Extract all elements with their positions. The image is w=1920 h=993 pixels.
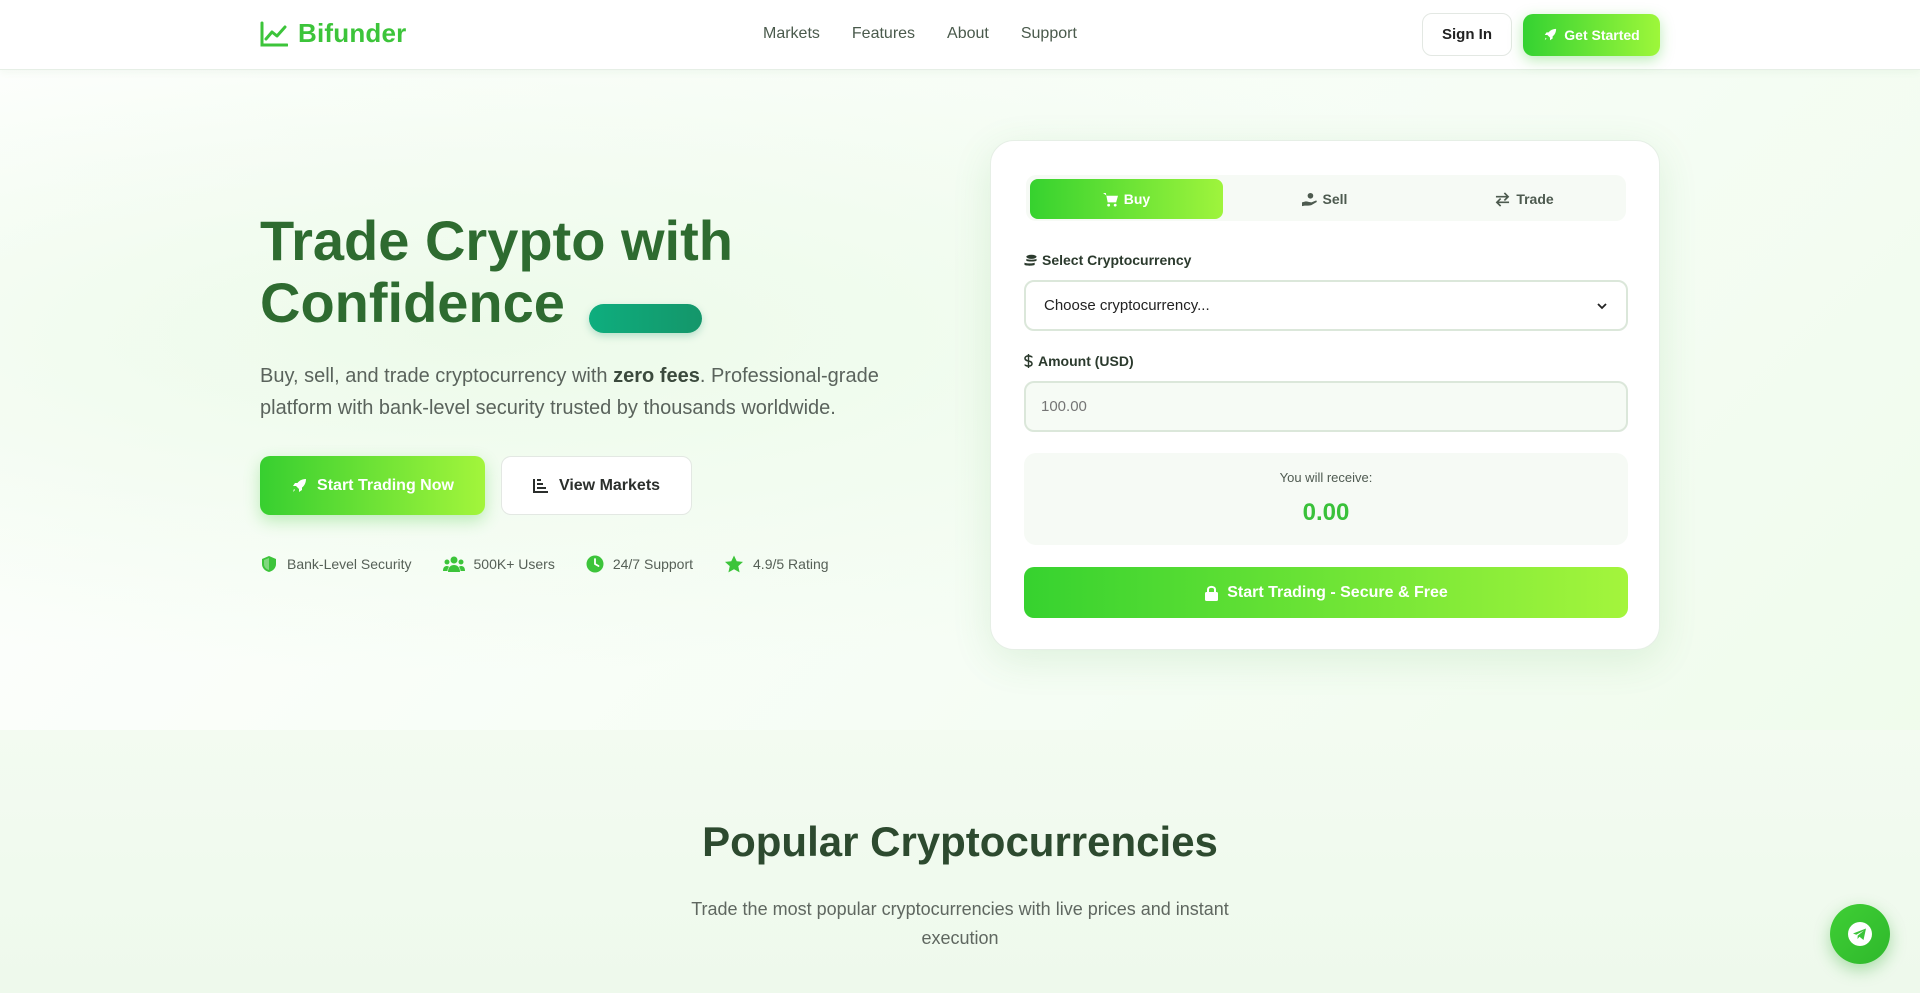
start-trading-now-label: Start Trading Now: [317, 476, 454, 494]
rocket-icon: [293, 478, 307, 492]
amount-input[interactable]: [1024, 381, 1628, 432]
trust-label-users: 500K+ Users: [473, 556, 555, 572]
tab-sell[interactable]: Sell: [1228, 179, 1421, 219]
trust-label-support: 24/7 Support: [612, 556, 694, 572]
dollar-icon: [1024, 354, 1033, 368]
tab-trade-label: Trade: [1516, 191, 1554, 207]
view-markets-label: View Markets: [558, 476, 661, 494]
view-markets-button[interactable]: View Markets: [501, 456, 692, 515]
sign-in-button[interactable]: Sign In: [1422, 13, 1512, 56]
crypto-select-value: Choose cryptocurrency...: [1044, 297, 1210, 314]
trade-tabs: Buy Sell Trade: [1026, 175, 1626, 221]
tab-sell-label: Sell: [1322, 191, 1348, 207]
clock-icon: [586, 555, 604, 573]
tab-trade[interactable]: Trade: [1428, 179, 1621, 219]
brand-name: Bifunder: [298, 18, 407, 48]
trust-item-users: 500K+ Users: [442, 555, 555, 573]
amount-label-text: Amount (USD): [1038, 353, 1134, 369]
trust-item-rating: 4.9/5 Rating: [724, 555, 829, 573]
telegram-chat-button[interactable]: [1830, 904, 1890, 964]
hero-title-line1: Trade Crypto with: [260, 209, 733, 272]
star-icon: [725, 555, 744, 573]
navbar: Bifunder Markets Features About Support …: [0, 0, 1920, 70]
crypto-select[interactable]: Choose cryptocurrency...: [1024, 280, 1628, 331]
trust-label-rating: 4.9/5 Rating: [753, 556, 829, 572]
receive-box: You will receive: 0.00: [1024, 453, 1628, 545]
amount-label: Amount (USD): [1024, 353, 1134, 369]
cart-icon: [1102, 192, 1118, 207]
tab-buy[interactable]: Buy: [1030, 179, 1223, 219]
hero-title-line2: Confidence: [260, 271, 565, 334]
trust-item-security: Bank-Level Security: [260, 555, 412, 573]
hero-subtitle-text: Buy, sell, and trade cryptocurrency with: [260, 365, 614, 387]
trade-card: Buy Sell Trade Select Cryptocurrency Cho…: [990, 140, 1660, 650]
popular-title: Popular Cryptocurrencies: [702, 818, 1218, 865]
start-trading-submit-label: Start Trading - Secure & Free: [1227, 583, 1448, 601]
nav-link-support[interactable]: Support: [1021, 25, 1077, 43]
crypto-select-label-text: Select Cryptocurrency: [1042, 252, 1192, 268]
nav-links: Markets Features About Support: [763, 25, 1077, 43]
users-icon: [442, 556, 465, 572]
chevron-down-icon: [1597, 302, 1607, 309]
hero-subtitle: Buy, sell, and trade cryptocurrency with…: [260, 360, 920, 424]
chart-line-icon: [260, 21, 288, 46]
hero-subtitle-highlight: zero fees: [613, 365, 700, 387]
receive-label: You will receive:: [1279, 470, 1373, 485]
tab-buy-label: Buy: [1123, 191, 1151, 207]
popular-subtitle: Trade the most popular cryptocurrencies …: [691, 899, 1229, 948]
lock-icon: [1205, 585, 1219, 601]
trust-item-support: 24/7 Support: [586, 555, 693, 573]
chart-bar-icon: [532, 479, 548, 493]
crypto-select-label: Select Cryptocurrency: [1024, 252, 1191, 268]
receive-value: 0.00: [1302, 499, 1350, 526]
start-trading-now-button[interactable]: Start Trading Now: [260, 456, 485, 515]
nav-link-about[interactable]: About: [947, 25, 989, 43]
hero-accent-pill: [589, 304, 702, 333]
brand-logo[interactable]: Bifunder: [260, 18, 406, 49]
trust-badges: Bank-Level Security 500K+ Users 24/7 Sup…: [260, 555, 829, 573]
hand-coin-icon: [1301, 192, 1317, 206]
rocket-icon: [1545, 28, 1557, 41]
exchange-icon: [1495, 191, 1510, 207]
coins-icon: [1024, 254, 1037, 266]
popular-section: Popular Cryptocurrencies Trade the most …: [0, 730, 1920, 993]
get-started-button[interactable]: Get Started: [1523, 14, 1660, 56]
get-started-label: Get Started: [1564, 27, 1640, 43]
trust-label-security: Bank-Level Security: [287, 556, 412, 572]
start-trading-submit-button[interactable]: Start Trading - Secure & Free: [1024, 567, 1628, 618]
nav-link-features[interactable]: Features: [852, 25, 915, 43]
telegram-icon: [1848, 922, 1872, 946]
nav-link-markets[interactable]: Markets: [763, 25, 820, 43]
shield-icon: [262, 556, 276, 572]
